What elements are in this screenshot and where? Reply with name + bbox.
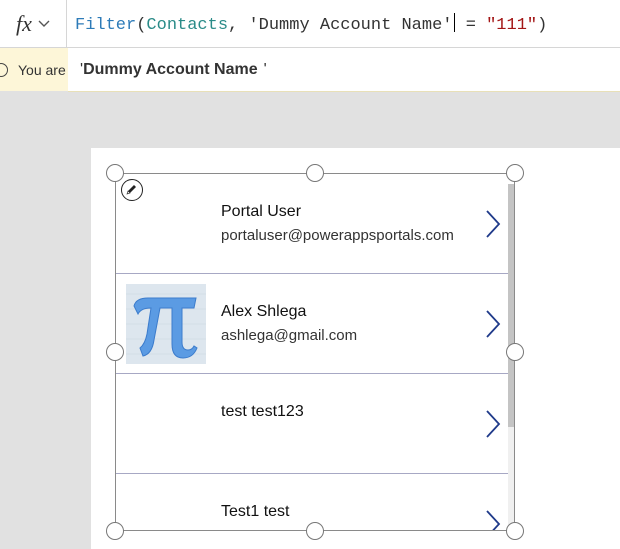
- resize-handle-top[interactable]: [306, 164, 324, 182]
- info-circle-icon: [0, 62, 8, 77]
- function-icon: fx: [16, 10, 32, 36]
- resize-handle-bottom[interactable]: [306, 522, 324, 540]
- gallery-row[interactable]: Alex Shlega ashlega@gmail.com: [116, 274, 514, 374]
- contact-image: [126, 284, 206, 364]
- gallery-row[interactable]: Portal User portaluser@powerappsportals.…: [116, 174, 514, 274]
- formula-function: Filter: [75, 16, 137, 35]
- intellisense-suggestion[interactable]: 'Dummy Account Name ': [68, 48, 620, 92]
- formula-operator: =: [455, 16, 487, 35]
- chevron-right-icon[interactable]: [484, 509, 502, 531]
- resize-handle-left[interactable]: [106, 343, 124, 361]
- suggestion-match: Dummy Account Name: [83, 60, 258, 78]
- formula-paren-close: ): [537, 16, 548, 35]
- scrollbar-thumb[interactable]: [508, 184, 514, 427]
- resize-handle-bottom-right[interactable]: [506, 522, 524, 540]
- formula-field: 'Dummy Account Name': [248, 16, 453, 35]
- suggestion-text: 'Dummy Account Name ': [74, 61, 267, 79]
- fx-dropdown-button[interactable]: fx: [0, 0, 67, 47]
- resize-handle-top-left[interactable]: [106, 164, 124, 182]
- row-title: Portal User: [221, 203, 302, 220]
- chevron-down-icon: [38, 19, 50, 31]
- formula-value: "111": [486, 16, 538, 35]
- resize-handle-top-right[interactable]: [506, 164, 524, 182]
- formula-source: Contacts: [146, 16, 229, 35]
- chevron-right-icon[interactable]: [484, 309, 502, 339]
- resize-handle-bottom-left[interactable]: [106, 522, 124, 540]
- row-subtitle: ashlega@gmail.com: [221, 327, 358, 344]
- suggestion-quote-close: ': [263, 60, 267, 78]
- formula-bar: fx Filter(Contacts, 'Dummy Account Name'…: [0, 0, 620, 48]
- chevron-right-icon[interactable]: [484, 209, 502, 239]
- row-title: Test1 test: [221, 503, 290, 520]
- row-title: test test123: [221, 403, 304, 420]
- row-title: Alex Shlega: [221, 303, 307, 320]
- text-caret: [453, 13, 455, 32]
- row-subtitle: portaluser@powerappsportals.com: [221, 227, 454, 244]
- formula-separator: ,: [228, 16, 249, 35]
- warning-text: You are: [18, 61, 66, 78]
- contacts-gallery[interactable]: Portal User portaluser@powerappsportals.…: [115, 173, 515, 531]
- pencil-icon[interactable]: [121, 179, 143, 201]
- formula-input[interactable]: Filter(Contacts, 'Dummy Account Name' = …: [75, 13, 547, 35]
- formula-paren-open: (: [136, 16, 147, 35]
- resize-handle-right[interactable]: [506, 343, 524, 361]
- gallery-row[interactable]: test test123: [116, 374, 514, 474]
- warning-banner: You are: [0, 48, 70, 91]
- chevron-right-icon[interactable]: [484, 409, 502, 439]
